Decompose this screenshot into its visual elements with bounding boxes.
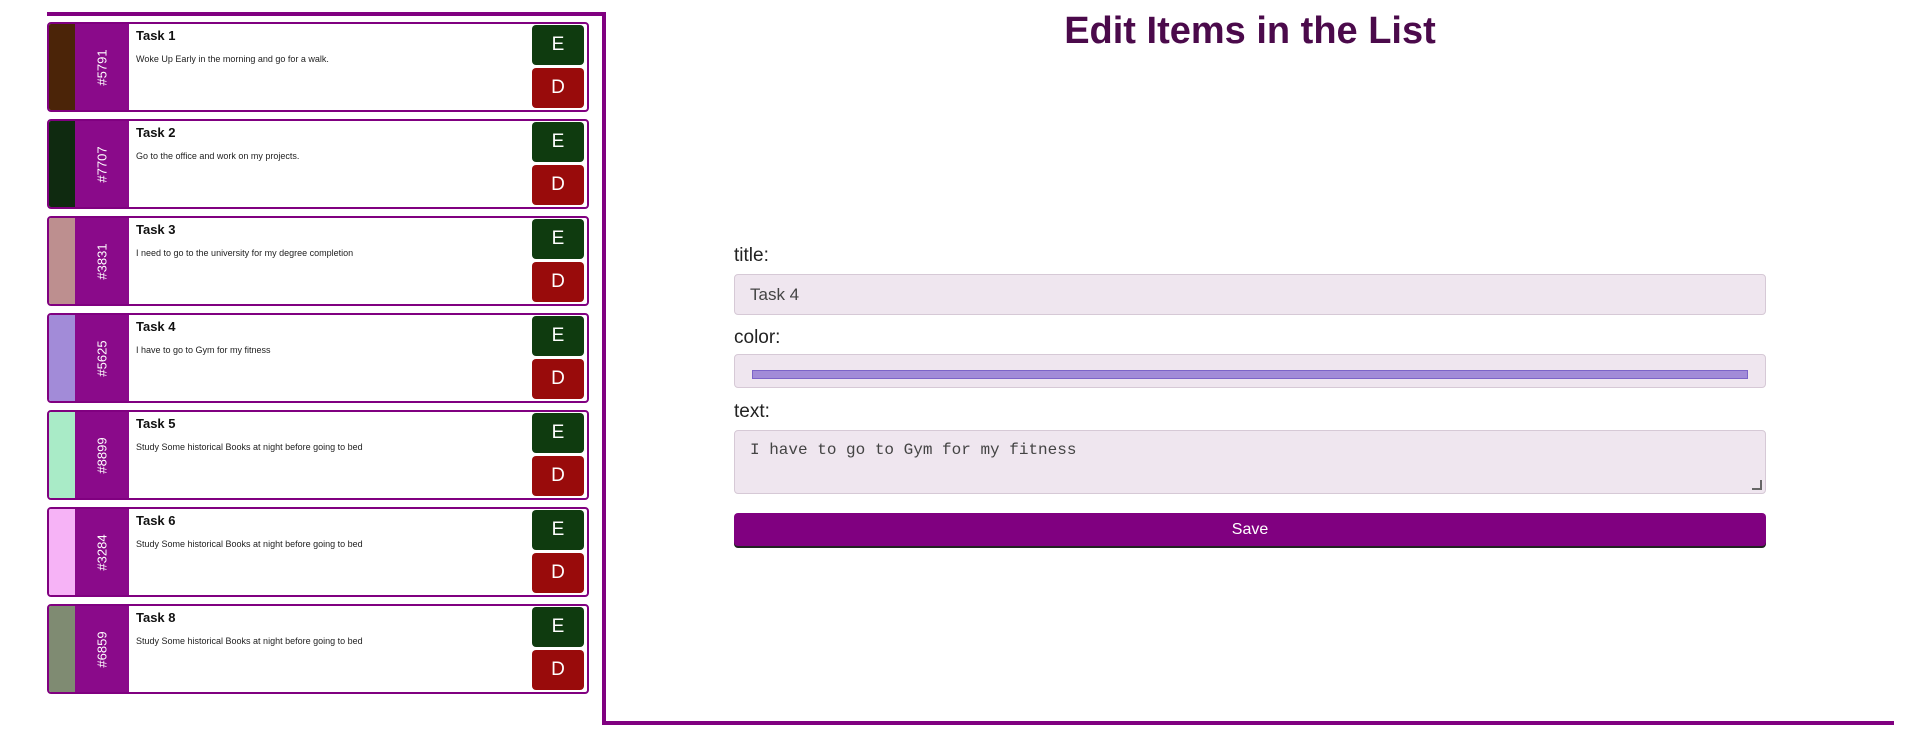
task-card: #6859 Task 8 Study Some historical Books… xyxy=(47,604,589,694)
task-id: #3284 xyxy=(94,533,110,571)
task-id-tab: #3284 xyxy=(75,509,129,595)
task-title: Task 3 xyxy=(136,222,176,237)
task-card: #3831 Task 3 I need to go to the univers… xyxy=(47,216,589,306)
task-color-swatch xyxy=(49,218,75,304)
delete-button[interactable]: D xyxy=(532,165,584,205)
task-text: I need to go to the university for my de… xyxy=(136,248,354,258)
edit-button[interactable]: E xyxy=(532,607,584,647)
task-text: Study Some historical Books at night bef… xyxy=(136,539,363,549)
color-label: color: xyxy=(734,327,781,348)
task-id: #5625 xyxy=(94,339,110,377)
task-id-tab: #5791 xyxy=(75,24,129,110)
text-area-value: I have to go to Gym for my fitness xyxy=(750,441,1077,459)
task-title: Task 6 xyxy=(136,513,176,528)
task-title: Task 4 xyxy=(136,319,176,334)
task-id-tab: #8899 xyxy=(75,412,129,498)
delete-button[interactable]: D xyxy=(532,262,584,302)
task-color-swatch xyxy=(49,315,75,401)
task-id: #3831 xyxy=(94,242,110,280)
task-text: I have to go to Gym for my fitness xyxy=(136,345,271,355)
page-title: Edit Items in the List xyxy=(1064,10,1436,52)
task-color-swatch xyxy=(49,24,75,110)
task-card: #8899 Task 5 Study Some historical Books… xyxy=(47,410,589,500)
text-label: text: xyxy=(734,401,770,422)
task-color-swatch xyxy=(49,412,75,498)
edit-button[interactable]: E xyxy=(532,122,584,162)
edit-button[interactable]: E xyxy=(532,510,584,550)
delete-button[interactable]: D xyxy=(532,650,584,690)
task-title: Task 2 xyxy=(136,125,176,140)
delete-button[interactable]: D xyxy=(532,68,584,108)
delete-button[interactable]: D xyxy=(532,553,584,593)
text-area[interactable]: I have to go to Gym for my fitness xyxy=(734,430,1766,494)
task-card: #7707 Task 2 Go to the office and work o… xyxy=(47,119,589,209)
task-card: #3284 Task 6 Study Some historical Books… xyxy=(47,507,589,597)
task-id: #6859 xyxy=(94,630,110,668)
edit-button[interactable]: E xyxy=(532,25,584,65)
task-title: Task 5 xyxy=(136,416,176,431)
task-id: #5791 xyxy=(94,48,110,86)
title-input[interactable]: Task 4 xyxy=(734,274,1766,315)
task-color-swatch xyxy=(49,509,75,595)
save-button[interactable]: Save xyxy=(734,513,1766,546)
task-title: Task 1 xyxy=(136,28,176,43)
task-title: Task 8 xyxy=(136,610,176,625)
task-id: #7707 xyxy=(94,145,110,183)
panel-divider-vertical xyxy=(602,12,606,725)
panel-divider-horizontal xyxy=(602,721,1894,725)
edit-button[interactable]: E xyxy=(532,316,584,356)
edit-button[interactable]: E xyxy=(532,413,584,453)
task-color-swatch xyxy=(49,606,75,692)
task-id-tab: #7707 xyxy=(75,121,129,207)
task-color-swatch xyxy=(49,121,75,207)
title-label: title: xyxy=(734,245,769,266)
task-id-tab: #5625 xyxy=(75,315,129,401)
delete-button[interactable]: D xyxy=(532,456,584,496)
task-id: #8899 xyxy=(94,436,110,474)
resize-handle-icon[interactable] xyxy=(1752,480,1762,490)
delete-button[interactable]: D xyxy=(532,359,584,399)
task-text: Study Some historical Books at night bef… xyxy=(136,636,363,646)
task-id-tab: #3831 xyxy=(75,218,129,304)
color-input[interactable] xyxy=(734,354,1766,388)
task-text: Go to the office and work on my projects… xyxy=(136,151,300,161)
edit-button[interactable]: E xyxy=(532,219,584,259)
task-card: #5625 Task 4 I have to go to Gym for my … xyxy=(47,313,589,403)
task-text: Woke Up Early in the morning and go for … xyxy=(136,54,329,64)
task-id-tab: #6859 xyxy=(75,606,129,692)
task-text: Study Some historical Books at night bef… xyxy=(136,442,363,452)
color-swatch xyxy=(752,370,1748,379)
task-card: #5791 Task 1 Woke Up Early in the mornin… xyxy=(47,22,589,112)
